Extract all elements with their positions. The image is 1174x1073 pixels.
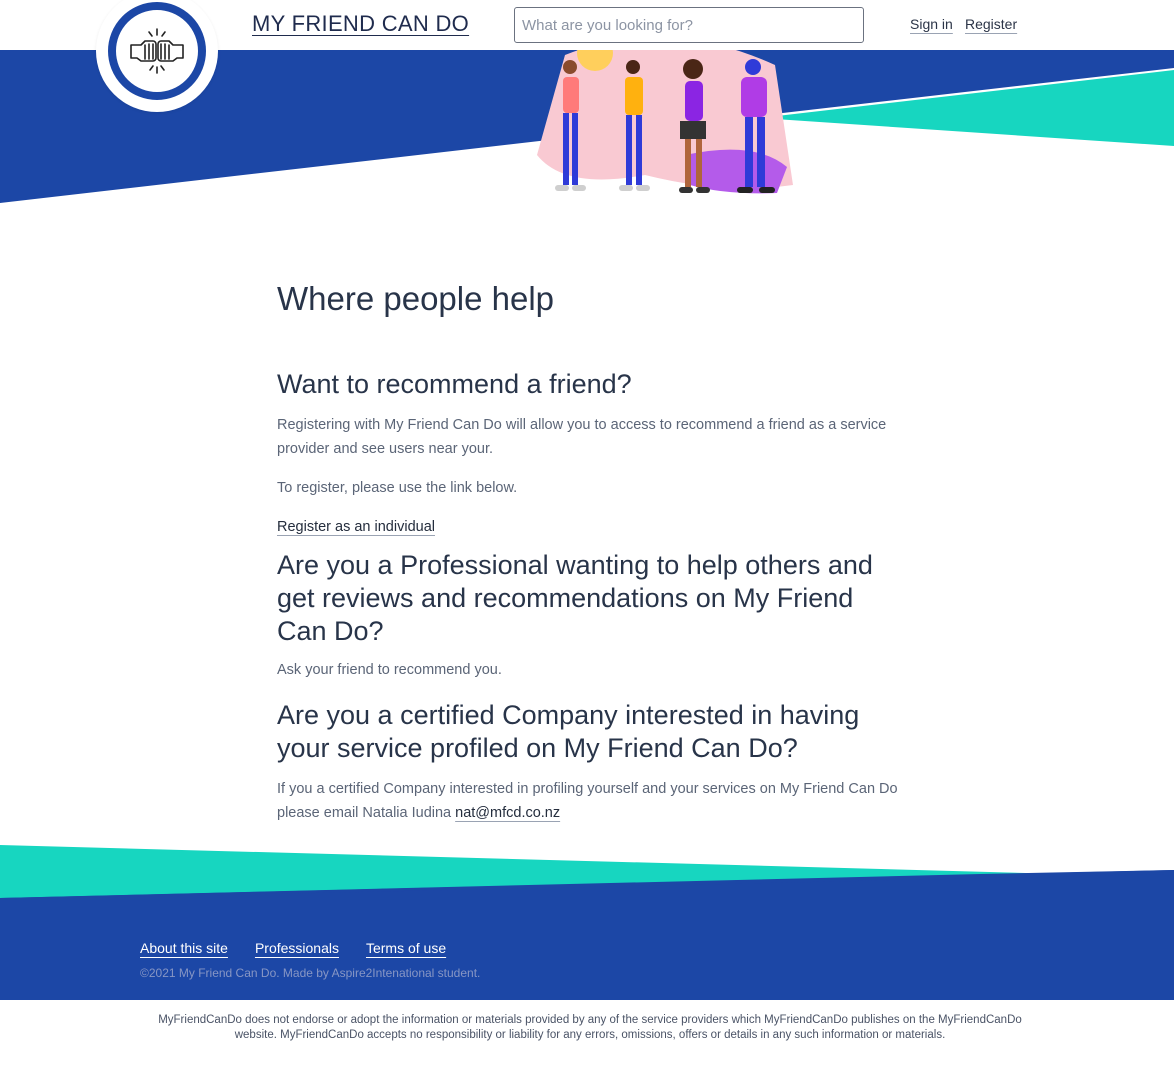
recommend-friend-heading: Want to recommend a friend? — [277, 369, 632, 399]
people-group-illustration — [537, 45, 793, 194]
company-heading: Are you a certified Company interested i… — [277, 700, 860, 763]
footer-links: About this site Professionals Terms of u… — [140, 940, 446, 956]
fist-bump-icon — [130, 28, 184, 74]
sign-in-link[interactable]: Sign in — [910, 16, 953, 32]
register-link[interactable]: Register — [965, 16, 1017, 32]
site-title-link[interactable]: MY FRIEND CAN DO — [252, 11, 469, 37]
footer-bottom-edge — [0, 998, 1174, 999]
company-description: If you a certified Company interested in… — [277, 777, 902, 825]
professional-description: Ask your friend to recommend you. — [277, 662, 502, 678]
disclaimer-text: MyFriendCanDo does not endorse or adopt … — [158, 1014, 1022, 1041]
logo-ring — [108, 2, 206, 100]
register-instruction-text: To register, please use the link below. — [277, 480, 518, 496]
company-description-text: If you a certified Company interested in… — [277, 781, 898, 821]
about-site-link[interactable]: About this site — [140, 940, 228, 956]
register-individual-link[interactable]: Register as an individual — [277, 515, 435, 539]
contact-email-link[interactable]: nat@mfcd.co.nz — [455, 805, 560, 821]
search-input[interactable] — [514, 7, 864, 43]
recommend-friend-description: Registering with My Friend Can Do will a… — [277, 417, 887, 457]
professionals-link[interactable]: Professionals — [255, 940, 339, 956]
page-title: Where people help — [277, 280, 555, 317]
professional-heading: Are you a Professional wanting to help o… — [277, 550, 873, 646]
copyright-text: ©2021 My Friend Can Do. Made by Aspire2I… — [140, 966, 481, 980]
terms-of-use-link[interactable]: Terms of use — [366, 940, 446, 956]
main-content: Where people help Want to recommend a fr… — [277, 280, 902, 825]
